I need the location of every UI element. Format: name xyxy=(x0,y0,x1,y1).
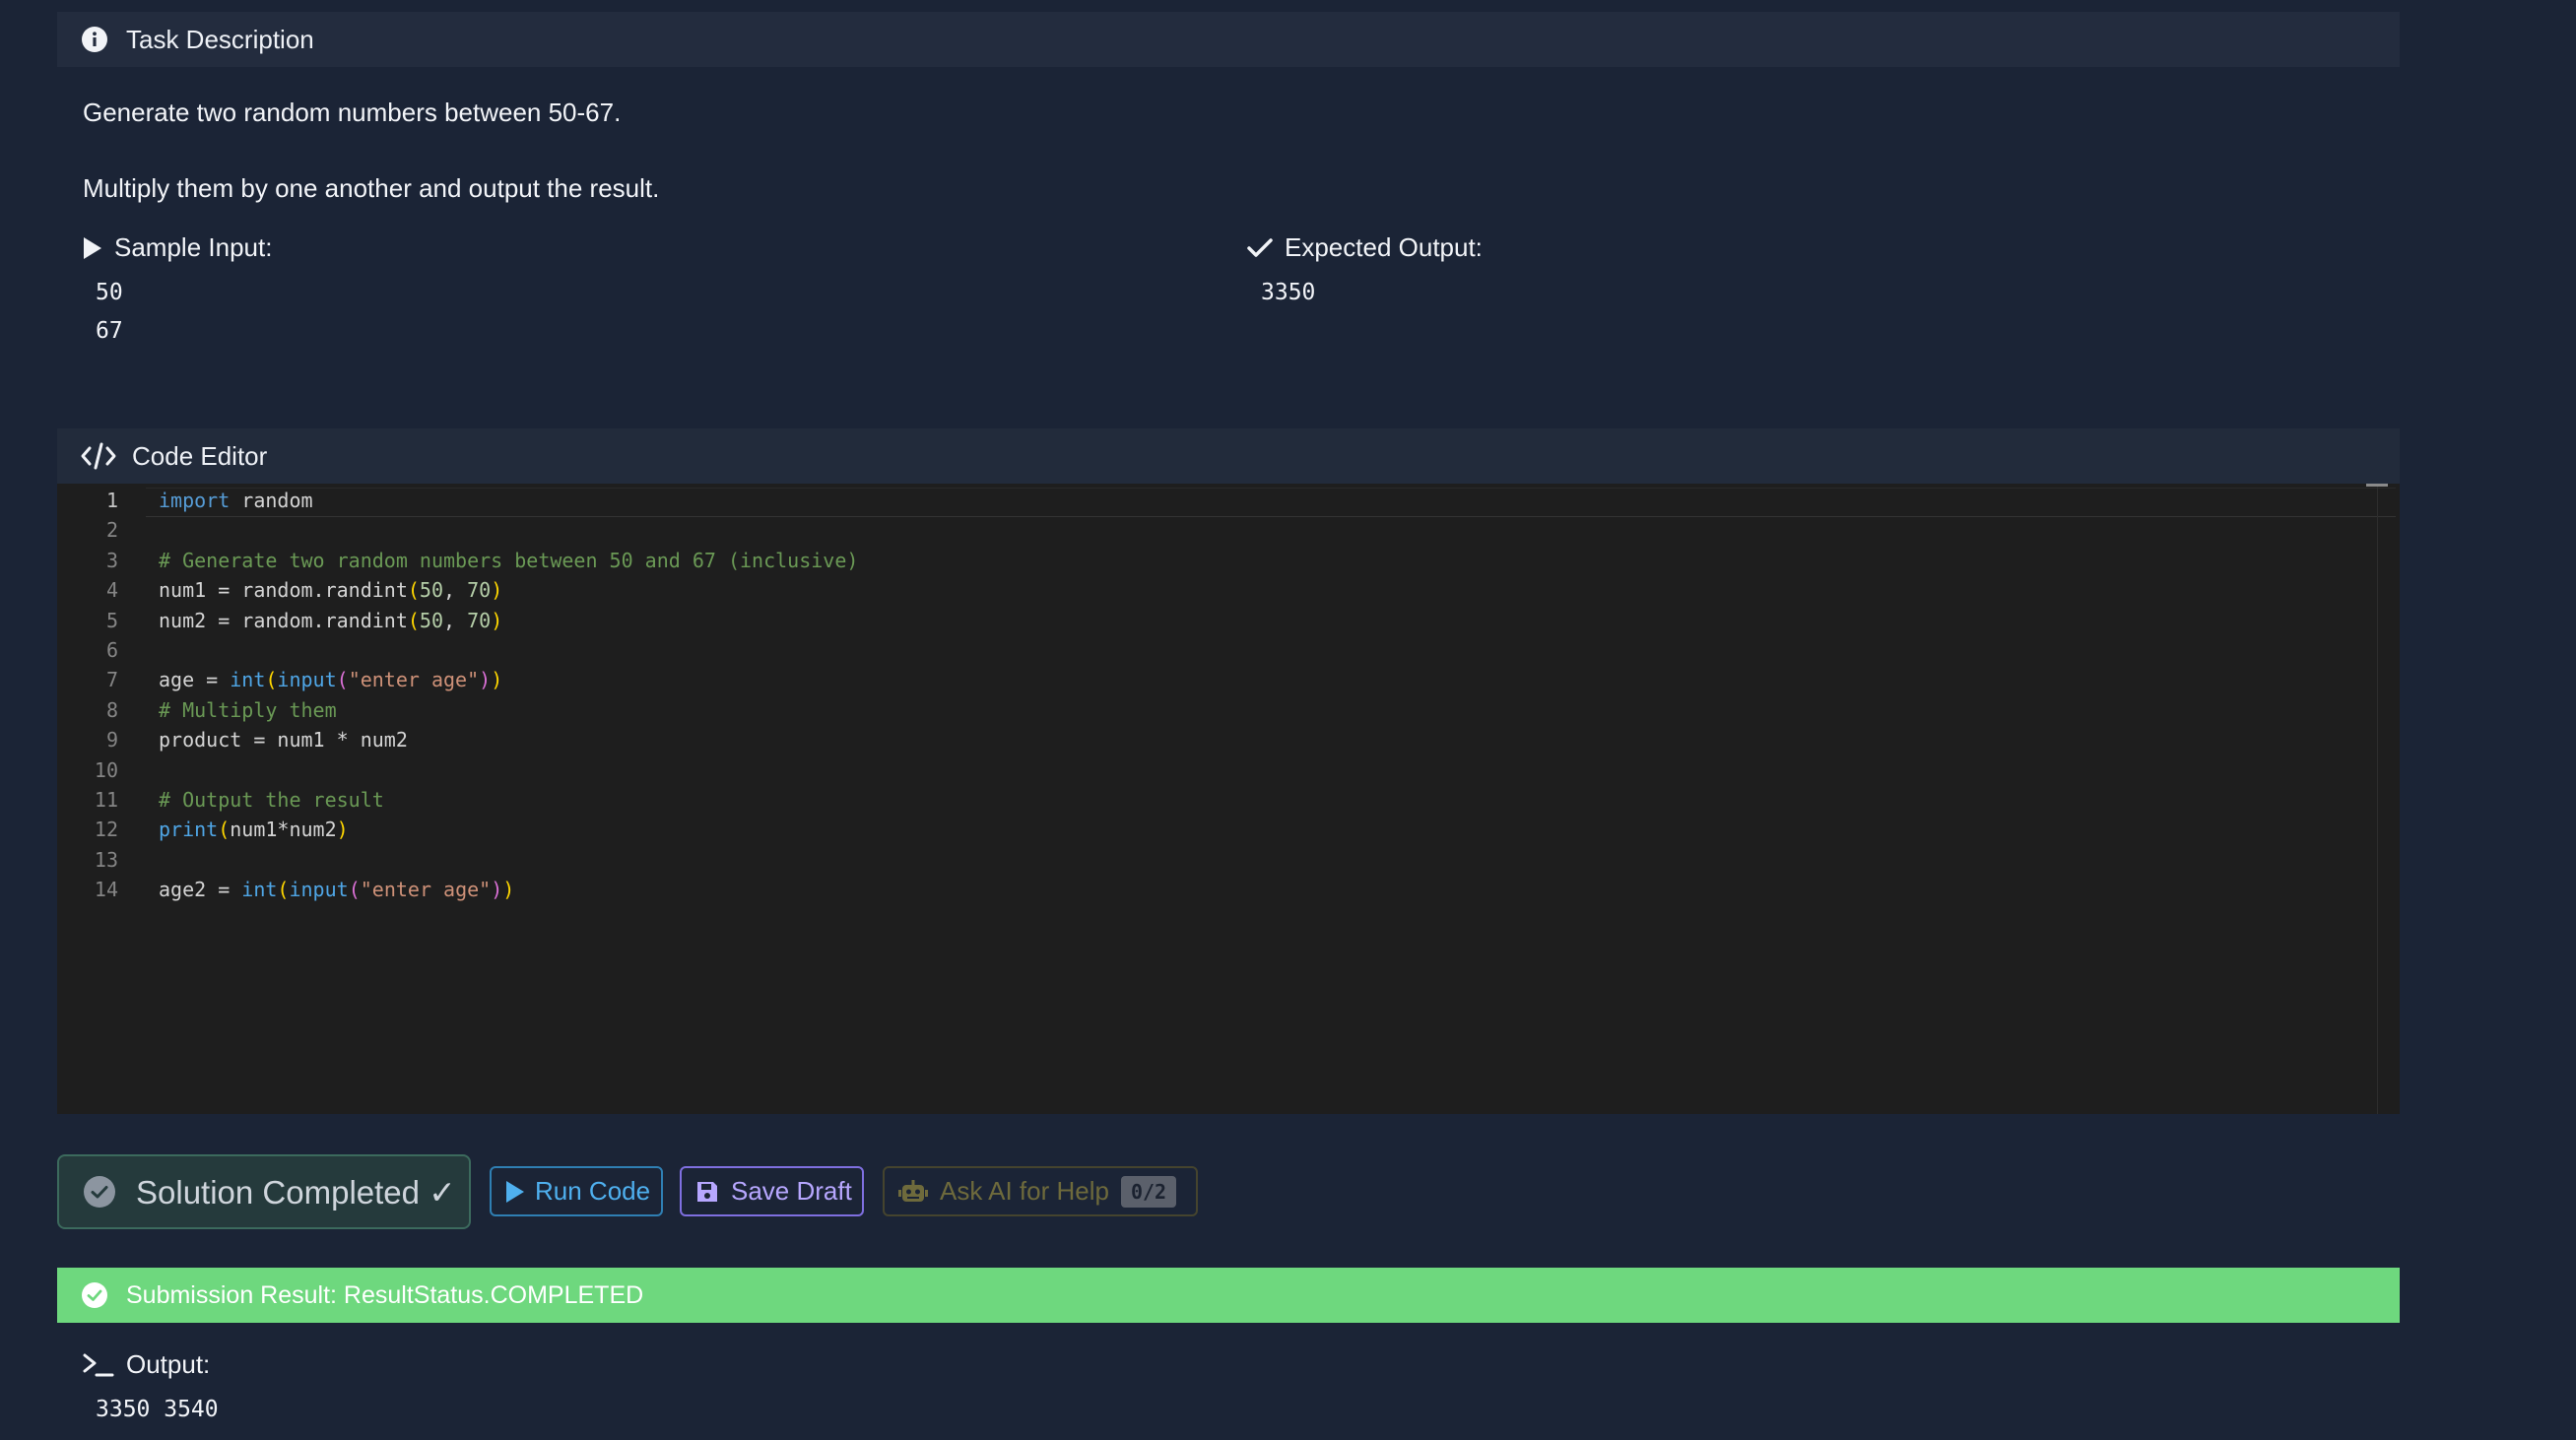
code-line-text[interactable]: age2 = int(input("enter age")) xyxy=(159,875,514,904)
output-label: Output: xyxy=(83,1349,210,1380)
check-circle-icon xyxy=(83,1175,116,1209)
line-number: 3 xyxy=(105,548,118,572)
line-number: 10 xyxy=(94,757,118,782)
solution-completed-label: Solution Completed ✓ xyxy=(136,1173,456,1211)
code-editor-title: Code Editor xyxy=(132,440,268,471)
submission-result-bar: Submission Result: ResultStatus.COMPLETE… xyxy=(57,1268,2400,1323)
expected-output-text: Expected Output: xyxy=(1285,232,1483,262)
code-line-text[interactable]: product = num1 * num2 xyxy=(159,725,408,754)
task-description-header: Task Description xyxy=(57,12,2400,67)
terminal-prompt-icon xyxy=(83,1352,114,1378)
line-number: 11 xyxy=(94,788,118,812)
sample-input-label: Sample Input: xyxy=(83,232,272,263)
line-number: 7 xyxy=(105,668,118,692)
sample-input-value-1: 50 xyxy=(96,280,123,305)
code-editor-header: Code Editor xyxy=(57,428,2400,484)
task-description-line-2: Multiply them by one another and output … xyxy=(83,173,660,203)
check-circle-icon xyxy=(81,1281,108,1309)
code-line-text[interactable]: import random xyxy=(159,486,313,515)
save-draft-button[interactable]: Save Draft xyxy=(680,1166,864,1216)
line-number: 12 xyxy=(94,818,118,842)
code-line-text[interactable]: num2 = random.randint(50, 70) xyxy=(159,606,502,635)
code-line-text[interactable]: # Generate two random numbers between 50… xyxy=(159,546,858,575)
line-number: 14 xyxy=(94,878,118,902)
current-line-highlight xyxy=(146,488,2396,517)
robot-icon xyxy=(898,1179,928,1204)
save-draft-label: Save Draft xyxy=(731,1176,852,1206)
info-circle-icon xyxy=(81,26,108,53)
line-number: 8 xyxy=(105,697,118,722)
task-description-title: Task Description xyxy=(126,24,314,54)
expected-output-label: Expected Output: xyxy=(1247,232,1483,263)
line-number: 1 xyxy=(105,489,118,512)
floppy-disk-icon xyxy=(695,1180,719,1204)
code-line-text[interactable]: age = int(input("enter age")) xyxy=(159,665,502,694)
ask-ai-button[interactable]: Ask AI for Help 0/2 xyxy=(883,1166,1198,1216)
output-value: 3350 3540 xyxy=(96,1397,219,1422)
editor-scrollbar[interactable] xyxy=(2377,484,2378,1114)
play-triangle-icon xyxy=(83,236,102,260)
play-icon xyxy=(505,1180,525,1204)
run-code-button[interactable]: Run Code xyxy=(490,1166,663,1216)
line-number: 13 xyxy=(94,847,118,872)
line-number: 9 xyxy=(105,728,118,753)
line-number: 4 xyxy=(105,578,118,603)
code-brackets-icon xyxy=(81,442,116,470)
submission-result-text: Submission Result: ResultStatus.COMPLETE… xyxy=(126,1280,644,1309)
line-number: 2 xyxy=(105,518,118,543)
solution-completed-button[interactable]: Solution Completed ✓ xyxy=(57,1154,471,1229)
code-editor[interactable]: 1 import random 2 3 # Generate two random nu… xyxy=(57,484,2400,1114)
code-line-text[interactable]: # Multiply them xyxy=(159,695,337,725)
code-line-text[interactable]: # Output the result xyxy=(159,785,384,815)
task-description-line-1: Generate two random numbers between 50-6… xyxy=(83,98,622,127)
check-icon xyxy=(1247,237,1273,259)
run-code-label: Run Code xyxy=(535,1176,651,1206)
sample-input-value-2: 67 xyxy=(96,318,123,344)
output-label-text: Output: xyxy=(126,1349,211,1379)
ai-help-counter-badge: 0/2 xyxy=(1120,1175,1177,1208)
line-number: 6 xyxy=(105,638,118,662)
code-line-text[interactable]: num1 = random.randint(50, 70) xyxy=(159,575,502,605)
sample-input-text: Sample Input: xyxy=(114,232,273,262)
scrollbar-position-marker xyxy=(2366,484,2388,487)
code-line-text[interactable]: print(num1*num2) xyxy=(159,815,349,844)
expected-output-value: 3350 xyxy=(1261,280,1316,305)
line-number: 5 xyxy=(105,608,118,632)
ask-ai-label: Ask AI for Help xyxy=(940,1176,1109,1206)
